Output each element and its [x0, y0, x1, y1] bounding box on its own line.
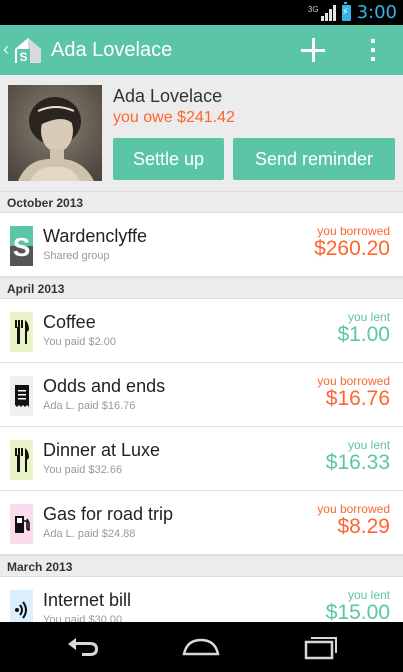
balance-summary: you owe $241.42 [113, 109, 235, 126]
item-amount: $1.00 [337, 323, 390, 346]
list-item[interactable]: Gas for road trip Ada L. paid $24.88 you… [0, 491, 403, 555]
fork-knife-icon [10, 440, 33, 480]
battery-charging-icon [341, 1, 351, 21]
item-amount: $16.33 [325, 451, 390, 474]
network-type: 3G [307, 5, 319, 14]
section-header: October 2013 [0, 191, 403, 213]
plus-icon[interactable] [299, 36, 327, 64]
navigation-bar [0, 622, 403, 672]
page-title: Ada Lovelace [51, 39, 173, 61]
item-subtitle: You paid $32.66 [43, 464, 123, 476]
item-direction: you borrowed [317, 374, 390, 388]
item-name: Dinner at Luxe [43, 440, 161, 460]
svg-text:S: S [19, 50, 27, 64]
item-name: Coffee [43, 312, 96, 332]
item-amount: $16.76 [325, 387, 390, 410]
list-item[interactable]: S Wardenclyffe Shared group you borrowed… [0, 213, 403, 277]
expense-list[interactable]: October 2013 S Wardenclyffe Shared group… [0, 191, 403, 641]
item-subtitle: Ada L. paid $16.76 [43, 400, 136, 412]
section-header: March 2013 [0, 555, 403, 577]
action-bar: ‹ S Ada Lovelace [0, 25, 403, 75]
item-direction: you lent [347, 438, 390, 452]
status-bar: 3G 3:00 [0, 0, 403, 25]
recent-apps-icon[interactable] [300, 632, 340, 662]
fork-knife-icon [10, 312, 33, 352]
chevron-left-icon[interactable]: ‹ [3, 39, 9, 60]
clock: 3:00 [356, 2, 397, 23]
item-name: Gas for road trip [43, 504, 174, 524]
item-subtitle: You paid $2.00 [43, 336, 116, 348]
settle-up-button[interactable]: Settle up [113, 138, 224, 180]
list-item[interactable]: Odds and ends Ada L. paid $16.76 you bor… [0, 363, 403, 427]
item-name: Odds and ends [43, 376, 166, 396]
back-arrow-icon[interactable] [62, 632, 102, 662]
group-s-icon: S [10, 226, 33, 266]
list-item[interactable]: Coffee You paid $2.00 you lent $1.00 [0, 299, 403, 363]
section-header: April 2013 [0, 277, 403, 299]
send-reminder-button[interactable]: Send reminder [233, 138, 395, 180]
item-direction: you borrowed [317, 502, 390, 516]
avatar [8, 85, 102, 181]
item-direction: you lent [347, 588, 390, 602]
friend-header: Ada Lovelace you owe $241.42 Settle up S… [0, 75, 403, 191]
item-subtitle: Shared group [43, 250, 110, 262]
home-icon[interactable] [181, 632, 221, 662]
signal-icon [320, 4, 336, 21]
list-item[interactable]: Dinner at Luxe You paid $32.66 you lent … [0, 427, 403, 491]
overflow-menu-icon[interactable] [366, 38, 380, 62]
item-name: Wardenclyffe [43, 226, 148, 246]
item-name: Internet bill [43, 590, 132, 610]
gas-pump-icon [10, 504, 33, 544]
svg-text:S: S [13, 232, 30, 262]
item-direction: you lent [347, 310, 390, 324]
friend-name: Ada Lovelace [113, 86, 223, 106]
item-amount: $260.20 [314, 237, 390, 260]
item-amount: $8.29 [337, 515, 390, 538]
receipt-icon [10, 376, 33, 416]
item-subtitle: Ada L. paid $24.88 [43, 528, 136, 540]
app-logo-icon[interactable]: S [13, 35, 43, 65]
item-direction: you borrowed [317, 224, 390, 238]
